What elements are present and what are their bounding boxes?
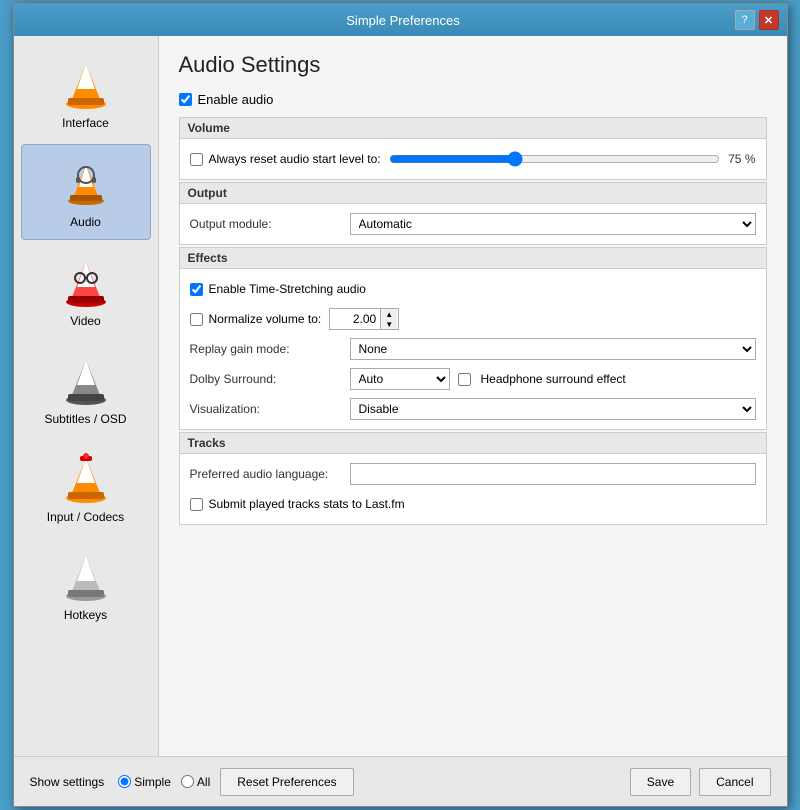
time-stretch-row: Enable Time-Stretching audio <box>190 277 756 301</box>
output-section-header: Output <box>180 183 766 204</box>
sidebar-item-label-input: Input / Codecs <box>47 510 124 524</box>
visualization-row: Visualization: Disable Spectrometer Scop… <box>190 397 756 421</box>
simple-radio-label[interactable]: Simple <box>118 775 171 789</box>
interface-icon <box>58 56 114 112</box>
normalize-value-input[interactable] <box>330 310 380 328</box>
output-module-control: Automatic DirectX audio output WaveOut a… <box>350 213 756 235</box>
visualization-label: Visualization: <box>190 402 350 416</box>
dolby-controls: Auto On Off Headphone surround effect <box>350 368 756 390</box>
show-settings-group: Show settings Simple All Reset Preferenc… <box>30 768 354 796</box>
all-radio-text: All <box>197 775 210 789</box>
effects-section: Effects Enable Time-Stretching audio Nor… <box>179 247 767 430</box>
normalize-checkbox[interactable] <box>190 313 203 326</box>
volume-slider-container: 75 % <box>389 151 756 167</box>
tracks-section-header: Tracks <box>180 433 766 454</box>
content-area: Audio Settings Enable audio Volume Alway… <box>159 36 787 756</box>
dolby-row: Dolby Surround: Auto On Off Headphone su… <box>190 367 756 391</box>
volume-section-body: Always reset audio start level to: 75 % <box>180 139 766 179</box>
submit-stats-checkbox[interactable] <box>190 498 203 511</box>
headphone-checkbox[interactable] <box>458 373 471 386</box>
preferred-audio-input[interactable] <box>350 463 756 485</box>
all-radio[interactable] <box>181 775 194 788</box>
enable-audio-label[interactable]: Enable audio <box>198 92 274 107</box>
submit-stats-label[interactable]: Submit played tracks stats to Last.fm <box>209 497 405 511</box>
normalize-input-container: ▲ ▼ <box>329 308 399 330</box>
headphone-row: Headphone surround effect <box>458 372 626 386</box>
volume-section-header: Volume <box>180 118 766 139</box>
close-button[interactable]: ✕ <box>759 10 779 30</box>
enable-audio-row: Enable audio <box>179 92 767 107</box>
preferred-audio-row: Preferred audio language: <box>190 462 756 486</box>
sidebar-item-subtitles[interactable]: Subtitles / OSD <box>21 342 151 436</box>
always-reset-label[interactable]: Always reset audio start level to: <box>209 152 381 166</box>
output-section: Output Output module: Automatic DirectX … <box>179 182 767 245</box>
effects-section-header: Effects <box>180 248 766 269</box>
enable-audio-checkbox[interactable] <box>179 93 192 106</box>
sidebar-item-label-hotkeys: Hotkeys <box>64 608 107 622</box>
volume-slider[interactable] <box>389 151 720 167</box>
title-bar-controls: ? ✕ <box>735 10 779 30</box>
simple-radio[interactable] <box>118 775 131 788</box>
submit-stats-row: Submit played tracks stats to Last.fm <box>190 492 756 516</box>
sidebar-item-interface[interactable]: Interface <box>21 46 151 140</box>
volume-reset-row: Always reset audio start level to: 75 % <box>190 147 756 171</box>
output-module-label: Output module: <box>190 217 350 231</box>
simple-radio-text: Simple <box>134 775 171 789</box>
sidebar-item-hotkeys[interactable]: Hotkeys <box>21 538 151 632</box>
normalize-spin-buttons: ▲ ▼ <box>380 309 397 329</box>
replay-gain-select[interactable]: None Track Album <box>350 338 756 360</box>
time-stretch-checkbox[interactable] <box>190 283 203 296</box>
all-radio-label[interactable]: All <box>181 775 210 789</box>
bottom-bar: Show settings Simple All Reset Preferenc… <box>14 756 787 806</box>
page-title: Audio Settings <box>179 52 767 78</box>
normalize-row: Normalize volume to: ▲ ▼ <box>190 307 756 331</box>
volume-value: 75 % <box>720 152 756 166</box>
preferred-audio-label: Preferred audio language: <box>190 467 350 481</box>
sidebar-item-label-subtitles: Subtitles / OSD <box>44 412 126 426</box>
subtitles-icon <box>58 352 114 408</box>
main-content: Interface Audi <box>14 36 787 756</box>
normalize-spin-up[interactable]: ▲ <box>381 309 397 319</box>
replay-gain-control: None Track Album <box>350 338 756 360</box>
title-bar: Simple Preferences ? ✕ <box>14 4 787 36</box>
dolby-label: Dolby Surround: <box>190 372 350 386</box>
help-button[interactable]: ? <box>735 10 755 30</box>
tracks-section-body: Preferred audio language: Submit played … <box>180 454 766 524</box>
reset-preferences-button[interactable]: Reset Preferences <box>220 768 353 796</box>
dolby-select[interactable]: Auto On Off <box>350 368 450 390</box>
time-stretch-label[interactable]: Enable Time-Stretching audio <box>209 282 366 296</box>
show-settings-label: Show settings <box>30 775 105 789</box>
tracks-section: Tracks Preferred audio language: Submit … <box>179 432 767 525</box>
sidebar-item-video[interactable]: Video <box>21 244 151 338</box>
output-section-body: Output module: Automatic DirectX audio o… <box>180 204 766 244</box>
sidebar-item-input[interactable]: Input / Codecs <box>21 440 151 534</box>
normalize-spin-down[interactable]: ▼ <box>381 319 397 329</box>
output-module-select[interactable]: Automatic DirectX audio output WaveOut a… <box>350 213 756 235</box>
sidebar-item-label-audio: Audio <box>70 215 101 229</box>
visualization-control: Disable Spectrometer Scope Spectrum <box>350 398 756 420</box>
video-icon <box>58 254 114 310</box>
hotkeys-icon <box>58 548 114 604</box>
sidebar: Interface Audi <box>14 36 159 756</box>
audio-icon <box>58 155 114 211</box>
headphone-label[interactable]: Headphone surround effect <box>481 372 626 386</box>
sidebar-item-label-video: Video <box>70 314 100 328</box>
effects-section-body: Enable Time-Stretching audio Normalize v… <box>180 269 766 429</box>
normalize-label[interactable]: Normalize volume to: <box>209 312 322 326</box>
visualization-select[interactable]: Disable Spectrometer Scope Spectrum <box>350 398 756 420</box>
replay-gain-row: Replay gain mode: None Track Album <box>190 337 756 361</box>
sidebar-item-audio[interactable]: Audio <box>21 144 151 240</box>
bottom-action-buttons: Save Cancel <box>630 768 771 796</box>
volume-section: Volume Always reset audio start level to… <box>179 117 767 180</box>
output-module-row: Output module: Automatic DirectX audio o… <box>190 212 756 236</box>
window-title: Simple Preferences <box>72 13 735 28</box>
save-button[interactable]: Save <box>630 768 691 796</box>
always-reset-checkbox[interactable] <box>190 153 203 166</box>
input-icon <box>58 450 114 506</box>
replay-gain-label: Replay gain mode: <box>190 342 350 356</box>
sidebar-item-label-interface: Interface <box>62 116 109 130</box>
cancel-button[interactable]: Cancel <box>699 768 770 796</box>
